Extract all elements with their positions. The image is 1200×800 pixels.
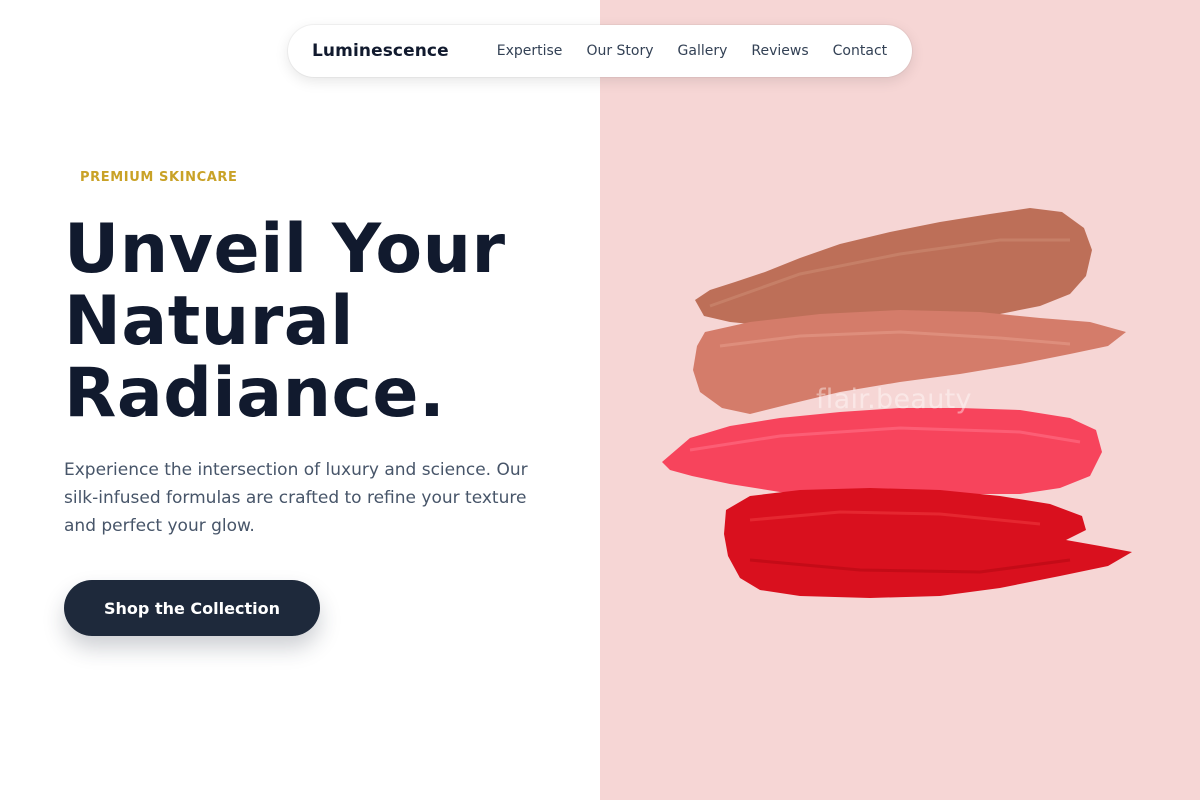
nav-link-contact[interactable]: Contact [833,43,887,59]
hero-headline: Unveil Your Natural Radiance. [64,214,584,430]
nav-link-reviews[interactable]: Reviews [751,43,808,59]
swatch-pink [662,408,1102,496]
swatch-red [724,488,1132,598]
hero-description: Experience the intersection of luxury an… [64,460,528,536]
nav-links: Expertise Our Story Gallery Reviews Cont… [497,43,887,59]
headline-line-3: Radiance. [64,354,446,433]
hero-left-panel: PREMIUM SKINCARE Unveil Your Natural Rad… [0,0,600,800]
headline-line-1: Unveil Your [64,210,506,289]
nav-link-expertise[interactable]: Expertise [497,43,563,59]
swatch-nude [695,208,1092,326]
nav-link-gallery[interactable]: Gallery [678,43,728,59]
brand-logo[interactable]: Luminescence [312,41,449,61]
hero-eyebrow: PREMIUM SKINCARE [80,170,238,185]
hero-image-panel: flair.beauty [600,0,1200,800]
image-watermark: flair.beauty [816,384,972,415]
nav-link-our-story[interactable]: Our Story [586,43,653,59]
shop-collection-button[interactable]: Shop the Collection [64,580,320,636]
top-navbar: Luminescence Expertise Our Story Gallery… [288,25,912,77]
headline-line-2: Natural [64,282,354,361]
